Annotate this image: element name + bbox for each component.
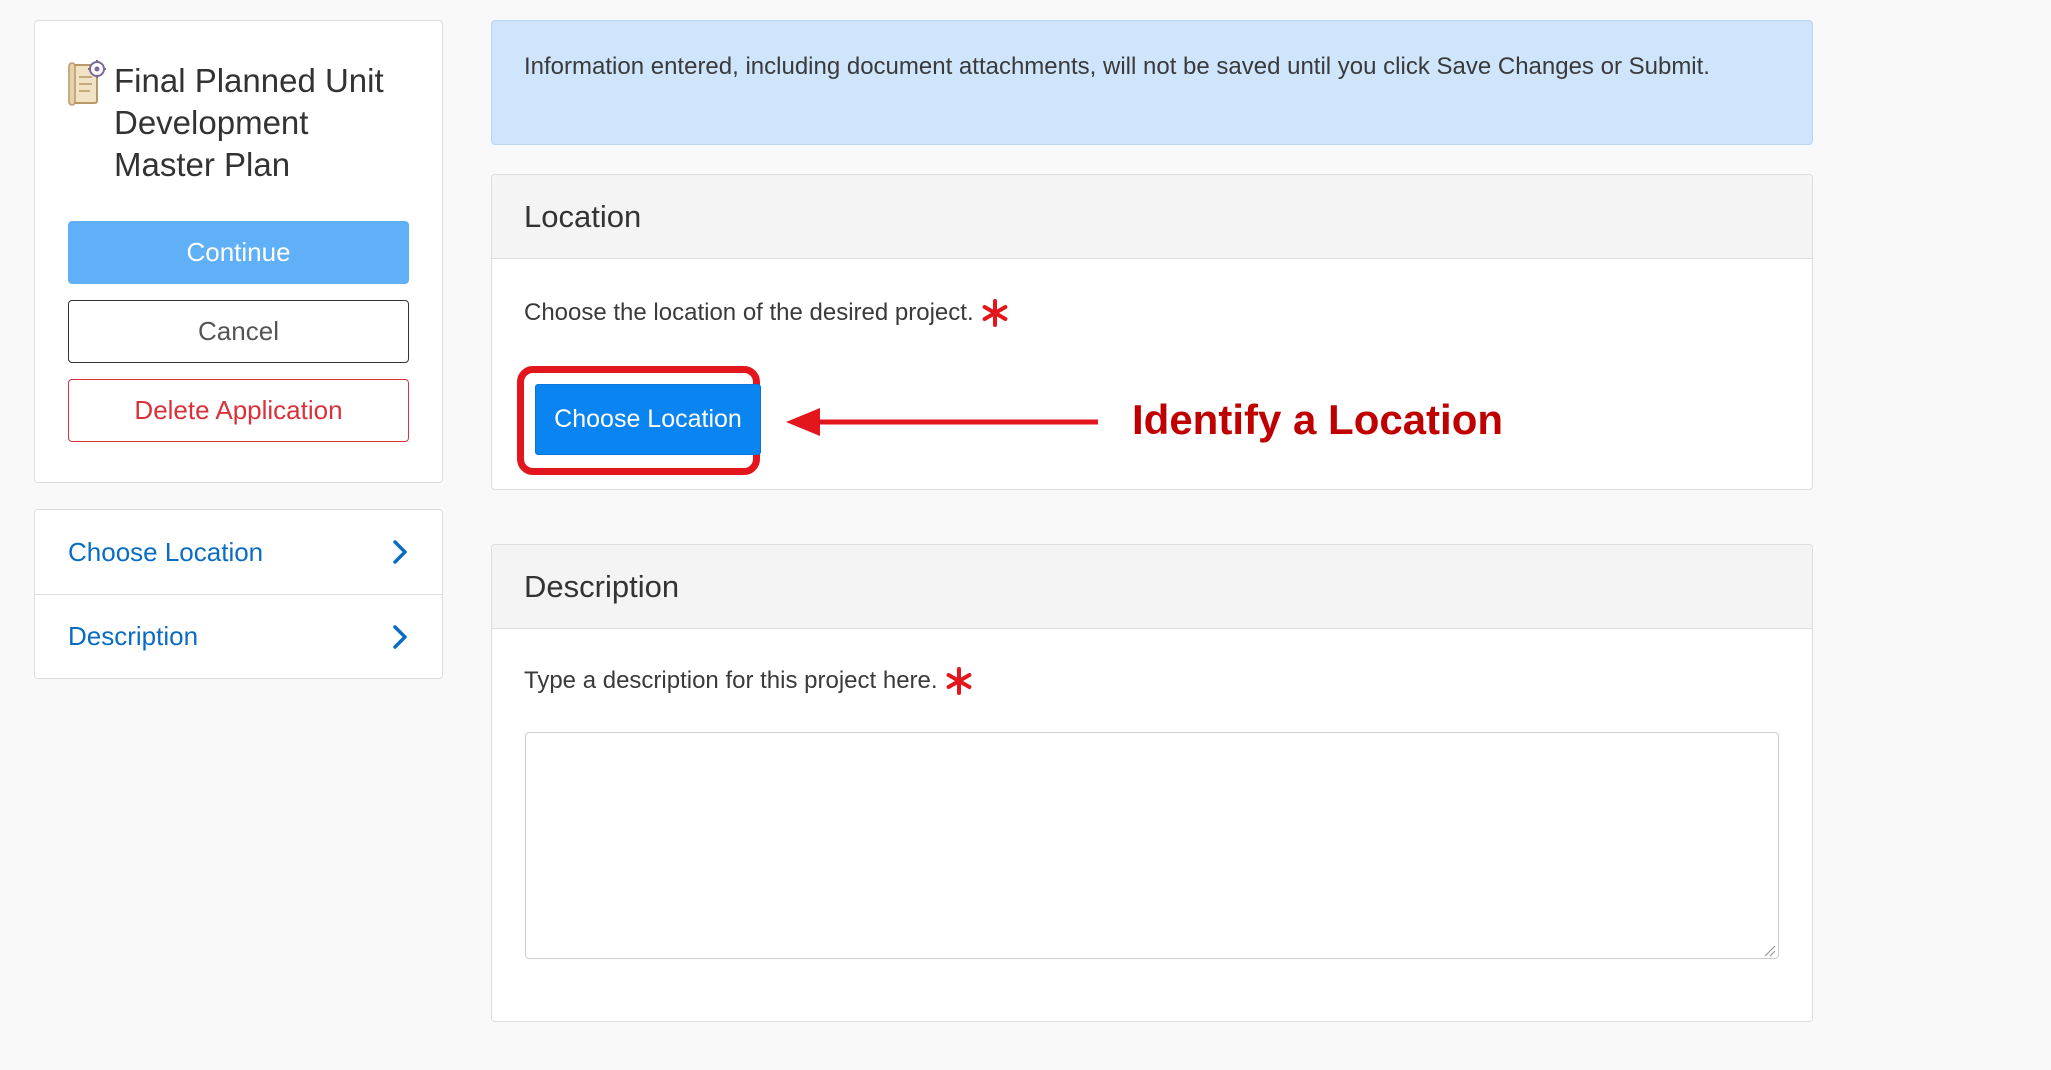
chevron-right-icon	[393, 624, 407, 649]
resize-grip-icon[interactable]	[1764, 945, 1776, 957]
callout-label: Identify a Location	[1132, 396, 1504, 443]
location-prompt-text: Choose the location of the desired proje…	[524, 299, 974, 326]
description-prompt: Type a description for this project here…	[524, 666, 974, 696]
required-asterisk-icon	[946, 667, 971, 695]
chevron-right-icon	[393, 540, 407, 564]
nav-item-label: Description	[68, 621, 199, 651]
nav-item-description[interactable]: Description	[35, 594, 442, 678]
delete-application-button[interactable]: Delete Application	[68, 379, 409, 442]
plan-document-gear-icon	[68, 60, 106, 106]
application-actions-card: Final Planned Unit Development Master Pl…	[34, 20, 443, 483]
location-panel-header: Location	[492, 175, 1812, 259]
description-textarea[interactable]	[525, 732, 1779, 959]
nav-item-choose-location[interactable]: Choose Location	[35, 510, 442, 594]
section-nav: Choose Location Description	[34, 509, 443, 679]
continue-button[interactable]: Continue	[68, 221, 409, 284]
app-title: Final Planned Unit Development Master Pl…	[114, 62, 384, 183]
callout-arrow-icon	[786, 408, 1098, 436]
cancel-button[interactable]: Cancel	[68, 300, 409, 363]
choose-location-button[interactable]: Choose Location	[535, 384, 761, 455]
app-title-block: Final Planned Unit Development Master Pl…	[68, 57, 409, 186]
highlight-box: Choose Location	[517, 366, 761, 475]
required-asterisk-icon	[982, 299, 1008, 327]
description-panel: Description Type a description for this …	[491, 544, 1813, 1022]
unsaved-info-banner: Information entered, including document …	[491, 20, 1813, 145]
location-prompt: Choose the location of the desired proje…	[524, 298, 1010, 328]
nav-item-label: Choose Location	[68, 536, 264, 567]
description-panel-header: Description	[492, 545, 1812, 629]
description-prompt-text: Type a description for this project here…	[524, 667, 938, 694]
